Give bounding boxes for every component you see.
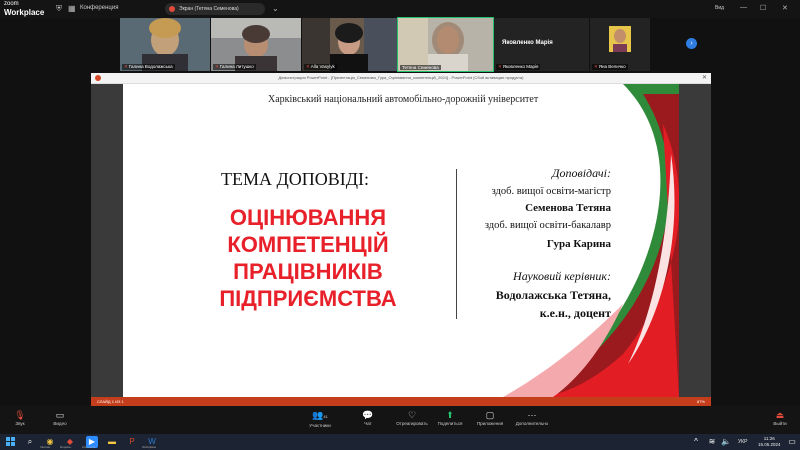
clock-date: 15.05.2024 bbox=[758, 442, 781, 447]
slide-left-margin bbox=[91, 84, 123, 397]
chevron-down-icon[interactable]: ⌄ bbox=[272, 4, 279, 13]
participant-tile[interactable]: ✕Галина Литушко bbox=[211, 18, 301, 71]
taskbar-label: Dopoвн.. bbox=[60, 445, 73, 449]
powerpoint-icon bbox=[95, 75, 101, 81]
maximize-icon[interactable]: ☐ bbox=[760, 4, 766, 12]
apps-icon: ▢ bbox=[485, 410, 495, 420]
tray-chevron-icon[interactable]: ^ bbox=[690, 436, 702, 448]
participant-name: ✕Alla Vasylyk bbox=[304, 64, 337, 70]
participant-name: Тетяна Семенова bbox=[400, 65, 441, 70]
windows-start-icon[interactable] bbox=[6, 437, 16, 447]
network-icon[interactable]: ≋ bbox=[706, 436, 718, 448]
more-icon: ⋯ bbox=[527, 410, 537, 420]
title-line: ПРАЦІВНИКІВ bbox=[233, 259, 383, 284]
minimize-icon[interactable]: — bbox=[740, 4, 747, 11]
heart-icon: ♡ bbox=[407, 410, 417, 420]
supervisor-label: Науковий керівник: bbox=[513, 269, 611, 283]
folder-icon[interactable]: ▬ bbox=[106, 436, 118, 448]
mic-muted-icon: ✕ bbox=[594, 64, 598, 69]
leave-icon: ⏏ bbox=[775, 410, 785, 420]
ppt-title-bar: Демонстрация PowerPoint - [Презентація_С… bbox=[91, 73, 711, 84]
participant-tile[interactable]: ✕Галина Водолажська bbox=[120, 18, 210, 71]
share-label: Экран (Тетяна Семенова) bbox=[179, 6, 239, 12]
shield-icon[interactable]: ⛨ bbox=[56, 4, 62, 14]
volume-icon[interactable]: 🔈 bbox=[720, 436, 732, 448]
share-status-icon bbox=[169, 6, 175, 12]
slide: Харківський національний автомобільно-до… bbox=[123, 84, 679, 397]
input-language[interactable]: УКР bbox=[738, 439, 747, 445]
taskbar-label: Workplace bbox=[142, 445, 157, 449]
share-icon: ⬆ bbox=[446, 410, 454, 420]
mic-muted-icon: ✕ bbox=[124, 64, 128, 69]
app-brand: zoom Workplace bbox=[4, 1, 44, 17]
participant-strip: ✕Галина Водолажська ✕Галина Литушко ✕All… bbox=[120, 17, 650, 72]
divider-line bbox=[456, 169, 457, 319]
mic-muted-icon: 🎙 bbox=[14, 410, 26, 420]
participant-name: ✕Яна Величко bbox=[592, 64, 628, 70]
brand-big: Workplace bbox=[4, 8, 45, 17]
camera-icon: ▭ bbox=[55, 410, 65, 420]
close-icon[interactable]: ✕ bbox=[782, 4, 788, 12]
ppt-window-title: Демонстрация PowerPoint - [Презентація_С… bbox=[278, 75, 524, 80]
participant-tile[interactable]: Яковленко Марія ✕Яковленко Марія bbox=[494, 18, 589, 71]
mic-muted-icon: ✕ bbox=[215, 64, 219, 69]
chat-button[interactable]: 💬 Чат bbox=[348, 409, 388, 426]
notification-icon[interactable]: ▭ bbox=[786, 436, 798, 448]
speaker1-degree: здоб. вищої освіти-магістр bbox=[491, 186, 611, 197]
windows-taskbar: ⌕ ◉ Internet ◆ Dopoвн.. ▶ Zoom.exe ▬ P W… bbox=[0, 434, 800, 450]
conference-label: Конференция bbox=[80, 5, 119, 11]
ppt-close-icon[interactable]: ✕ bbox=[702, 73, 707, 83]
shared-powerpoint-window: Демонстрация PowerPoint - [Презентація_С… bbox=[91, 73, 711, 406]
participant-tile-active[interactable]: Тетяна Семенова bbox=[397, 17, 494, 72]
brand-small: zoom bbox=[4, 1, 19, 7]
slide-right-margin bbox=[679, 84, 711, 397]
leave-button[interactable]: ⏏ Выйти bbox=[760, 409, 800, 426]
speaker2-degree: здоб. вищої освіти-бакалавр bbox=[484, 220, 611, 231]
participant-tile[interactable]: ✕Alla Vasylyk bbox=[302, 18, 397, 71]
share-button[interactable]: ⬆ Поделиться bbox=[430, 409, 470, 426]
participant-name: ✕Яковленко Марія bbox=[496, 64, 541, 70]
supervisor-name: Водолажська Тетяна, bbox=[495, 288, 611, 302]
share-indicator[interactable]: Экран (Тетяна Семенова) bbox=[165, 3, 265, 15]
taskbar-label: Zoom.exe bbox=[82, 445, 96, 449]
video-button[interactable]: ▭ Видео bbox=[40, 409, 80, 426]
supervisor-title: к.е.н., доцент bbox=[539, 306, 611, 320]
participant-tile[interactable]: ✕Яна Величко bbox=[590, 18, 650, 71]
more-button[interactable]: ⋯ Дополнительно bbox=[512, 409, 552, 426]
meeting-toolbar: 🎙 Звук ▭ Видео 👥41 Участники 💬 Чат ♡ Отреагир… bbox=[0, 406, 800, 434]
taskbar-label: Internet bbox=[40, 445, 51, 449]
zoom-top-bar: zoom Workplace ⛨ ▦ Конференция Экран (Те… bbox=[0, 0, 800, 18]
mic-muted-icon: ✕ bbox=[498, 64, 502, 69]
participants-icon: 👥41 bbox=[312, 410, 328, 420]
mic-muted-icon: ✕ bbox=[306, 64, 310, 69]
participant-name-large: Яковленко Марія bbox=[502, 40, 553, 46]
search-icon[interactable]: ⌕ bbox=[24, 436, 36, 448]
speaker1-name: Семенова Тетяна bbox=[525, 202, 611, 214]
view-label[interactable]: Вид bbox=[715, 5, 724, 11]
title-line: ПІДПРИЄМСТВА bbox=[219, 286, 397, 311]
title-line: КОМПЕТЕНЦІЙ bbox=[227, 232, 389, 257]
grid-icon[interactable]: ▦ bbox=[68, 4, 76, 13]
participant-video bbox=[398, 18, 493, 71]
apps-button[interactable]: ▢ Приложения bbox=[470, 409, 510, 426]
participant-name: ✕Галина Литушко bbox=[213, 64, 256, 70]
title-line: ОЦІНЮВАННЯ bbox=[229, 205, 387, 230]
presentation-title: ОЦІНЮВАННЯ КОМПЕТЕНЦІЙ ПРАЦІВНИКІВ ПІДПР… bbox=[183, 204, 433, 312]
zoom-level[interactable]: 87% bbox=[697, 397, 705, 406]
university-name: Харківський національний автомобільно-до… bbox=[268, 94, 539, 105]
next-page-button[interactable]: › bbox=[686, 38, 697, 49]
speaker2-name: Гура Карина bbox=[546, 238, 611, 250]
reactions-button[interactable]: ♡ Отреагировать bbox=[392, 409, 432, 426]
slide-counter: СЛАЙД 1 ИЗ 1 bbox=[97, 399, 124, 404]
chat-icon: 💬 bbox=[362, 410, 374, 420]
audio-button[interactable]: 🎙 Звук bbox=[0, 409, 40, 426]
participants-button[interactable]: 👥41 Участники bbox=[300, 409, 340, 428]
participant-name: ✕Галина Водолажська bbox=[122, 64, 175, 70]
topic-label: ТЕМА ДОПОВІДІ: bbox=[221, 169, 370, 189]
speakers-label: Доповідачі: bbox=[551, 166, 611, 180]
ppt-status-bar: СЛАЙД 1 ИЗ 1 87% bbox=[91, 397, 711, 406]
powerpoint-taskbar-icon[interactable]: P bbox=[126, 436, 138, 448]
system-clock[interactable]: 11:26 15.05.2024 bbox=[758, 436, 781, 448]
